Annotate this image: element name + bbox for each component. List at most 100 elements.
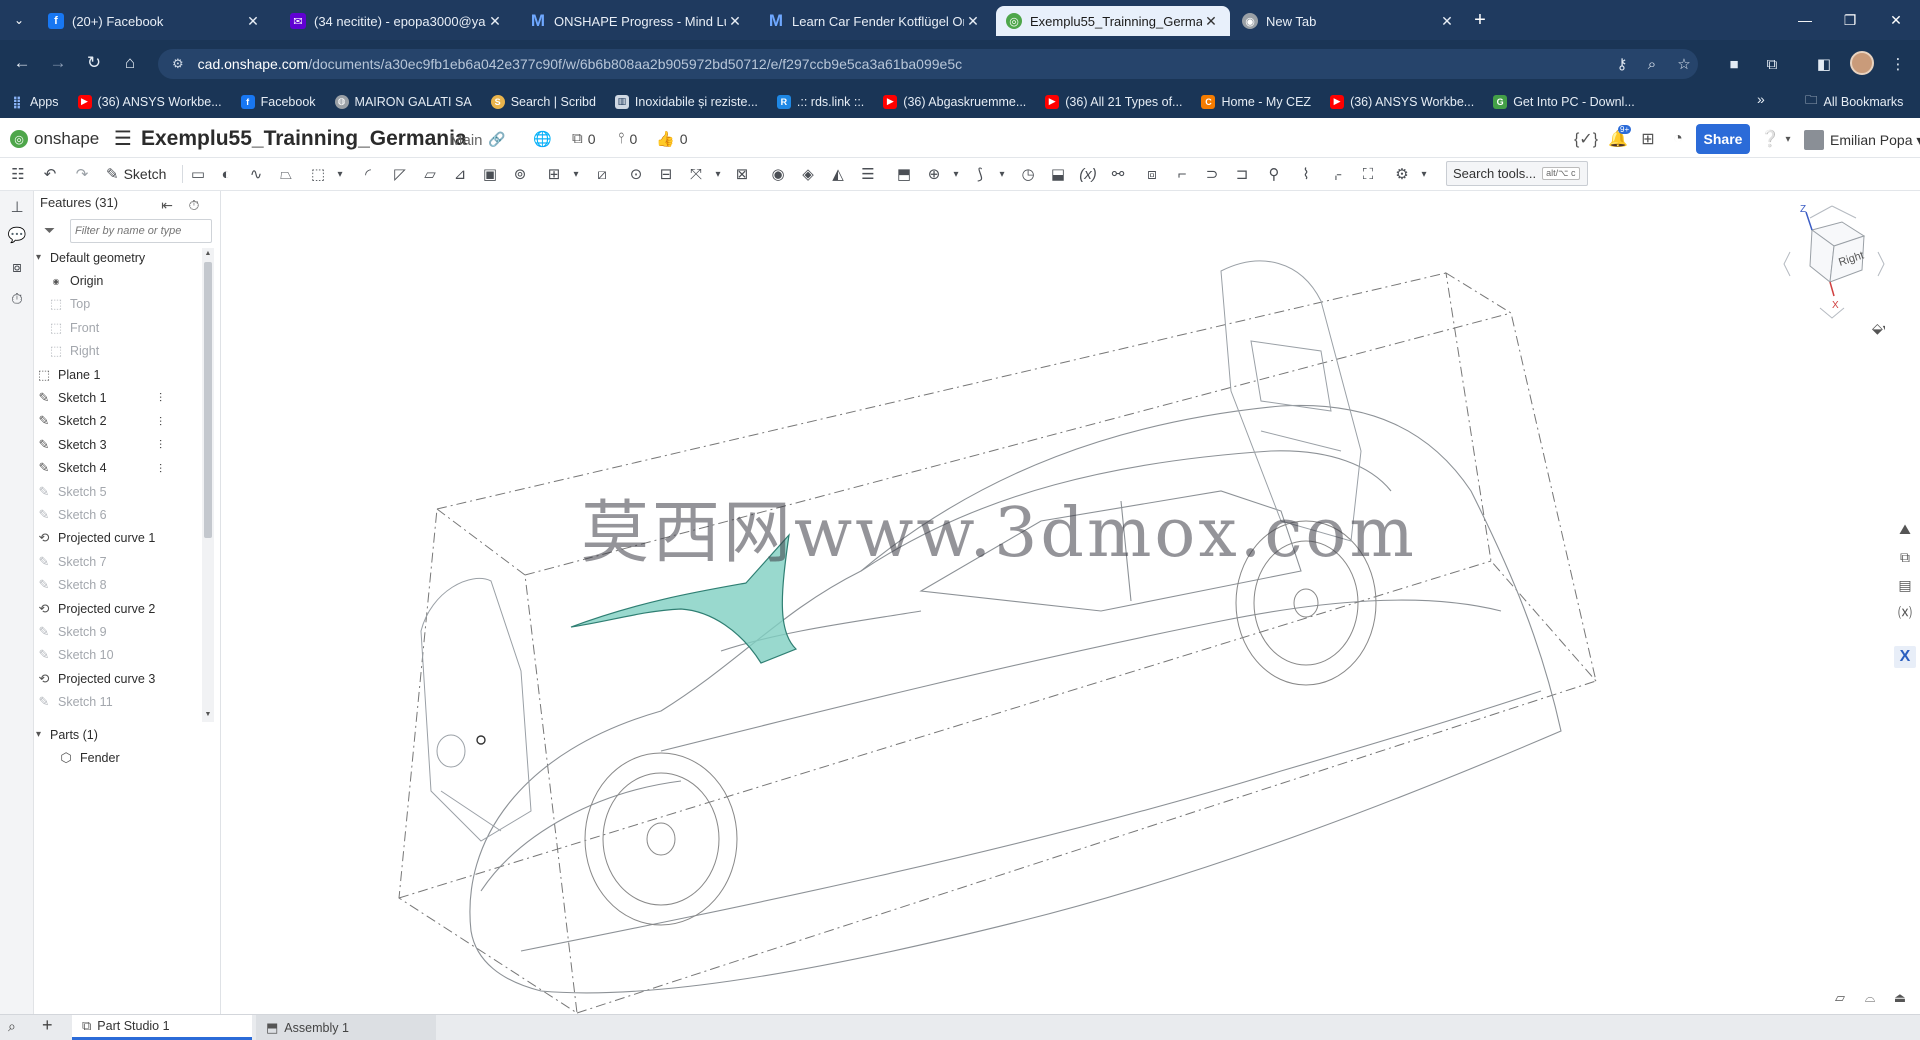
sketch-button[interactable]: ✎ Sketch <box>106 162 166 186</box>
boundary-surface-icon[interactable]: ◈ <box>796 162 820 186</box>
variables-panel-icon[interactable]: ⒳ <box>1894 602 1916 624</box>
thicken-icon[interactable]: ⬚ <box>306 162 330 186</box>
rollback-history-icon[interactable]: ⏱ <box>185 196 203 214</box>
render-mode-icon[interactable]: ⏥ <box>1830 990 1850 1006</box>
rotate-right-arrow-icon[interactable] <box>1877 251 1885 277</box>
tab-icon[interactable]: ⊐ <box>1230 162 1254 186</box>
feature-tree-scroll-thumb[interactable] <box>204 262 212 538</box>
close-tab-icon[interactable]: ✕ <box>486 12 504 30</box>
new-tab-button[interactable]: + <box>1468 9 1492 31</box>
bookmark-star-icon[interactable]: ☆ <box>1672 53 1696 75</box>
feature-item[interactable]: ⟲ Projected curve 2 <box>36 597 202 620</box>
weld-icon[interactable]: ⛶ <box>1356 162 1380 186</box>
feature-item[interactable]: ⬚ Front <box>36 316 202 339</box>
restore-window-icon[interactable]: ❐ <box>1830 8 1870 32</box>
fill-icon[interactable]: ◭ <box>826 162 850 186</box>
instances-list-icon[interactable]: ⊥ <box>6 196 28 218</box>
feature-item[interactable]: ✎ Sketch 7 <box>36 550 202 573</box>
side-panel-icon[interactable]: ◧ <box>1812 52 1836 76</box>
extrude-icon[interactable]: ▭ <box>186 162 210 186</box>
custom-app-x-icon[interactable]: X <box>1894 646 1916 668</box>
bookmark-21-types[interactable]: ▶ (36) All 21 Types of... <box>1045 94 1182 109</box>
notifications-bell-icon[interactable]: 🔔 9+ <box>1606 125 1632 151</box>
graphics-viewport[interactable]: 莫西网www.3dmox.com <box>221 191 1885 1014</box>
feature-item[interactable]: ✎ Sketch 8 <box>36 573 202 596</box>
learning-center-icon[interactable]: ◔ <box>1666 127 1690 151</box>
pattern-icon[interactable]: ⊞ <box>542 162 566 186</box>
more-chevron-icon[interactable]: ▾ <box>706 162 730 186</box>
reload-icon[interactable]: ↻ <box>80 51 108 75</box>
branches-count[interactable]: ⫯ 0 <box>618 130 637 147</box>
parts-header[interactable]: ▾ Parts (1) <box>36 723 206 746</box>
delete-part-icon[interactable]: ⊠ <box>730 162 754 186</box>
more-chevron-icon[interactable]: ▾ <box>944 162 968 186</box>
hem-icon[interactable]: ⊃ <box>1200 162 1224 186</box>
mirror-icon[interactable]: ⧄ <box>590 162 614 186</box>
feature-item[interactable]: ◉ Origin <box>36 269 202 292</box>
boolean-icon[interactable]: ⊙ <box>624 162 648 186</box>
rotate-left-arrow-icon[interactable] <box>1783 251 1791 277</box>
display-states-icon[interactable]: ⏏ <box>1890 990 1910 1006</box>
more-chevron-icon[interactable]: ▾ <box>328 162 352 186</box>
feature-item[interactable]: ⬚ Right <box>36 340 202 363</box>
password-key-icon[interactable]: ⚷ <box>1610 53 1634 75</box>
search-tabs-icon[interactable]: ⌕ <box>8 1018 16 1035</box>
view-cube[interactable]: Right Z X <box>1770 200 1890 330</box>
feature-item[interactable]: ✎ Sketch 1 ⫶ <box>36 386 202 409</box>
address-bar[interactable]: ⚙ cad.onshape.com/documents/a30ec9fb1eb6… <box>158 49 1698 79</box>
browser-tab-onshape-progress[interactable]: M ONSHAPE Progress - Mind Lust ✕ <box>520 6 754 36</box>
feature-item[interactable]: ✎ Sketch 9 <box>36 620 202 643</box>
close-tab-icon[interactable]: ✕ <box>1202 12 1220 30</box>
scroll-up-arrow-icon[interactable]: ▲ <box>202 248 214 258</box>
user-avatar[interactable] <box>1804 130 1824 150</box>
tab-assembly-1[interactable]: ⬒ Assembly 1 <box>256 1015 436 1040</box>
ruled-surface-icon[interactable]: ☰ <box>856 162 880 186</box>
sweep-icon[interactable]: ∿ <box>244 162 268 186</box>
part-item[interactable]: ⬡ Fender <box>36 746 206 769</box>
split-icon[interactable]: ⊟ <box>654 162 678 186</box>
custom-features-icon[interactable]: ⚙ <box>1390 162 1414 186</box>
browser-tab-yahoo-mail[interactable]: ✉ (34 necitite) - epopa3000@yah ✕ <box>280 6 514 36</box>
feature-item[interactable]: ⟲ Projected curve 3 <box>36 667 202 690</box>
versions-count[interactable]: ⧉ 0 <box>572 130 596 147</box>
extensions-puzzle-icon[interactable]: ⧉ <box>1760 52 1784 76</box>
plane-icon[interactable]: ⬒ <box>892 162 916 186</box>
onshape-logo[interactable]: ◎ onshape <box>10 129 99 149</box>
bookmark-getintopc[interactable]: G Get Into PC - Downl... <box>1493 94 1635 109</box>
mate-connector-icon[interactable]: ⊕ <box>922 162 946 186</box>
profile-avatar[interactable] <box>1850 51 1874 75</box>
variable-icon[interactable]: (x) <box>1076 162 1100 186</box>
loft-icon[interactable]: ⏢ <box>274 162 298 186</box>
feature-item[interactable]: ✎ Sketch 3 ⫶ <box>36 433 202 456</box>
feature-item[interactable]: ✎ Sketch 12 <box>36 714 202 721</box>
extension-square-icon[interactable]: ■ <box>1722 52 1746 76</box>
revolve-icon[interactable]: ◐ <box>214 162 238 186</box>
hole-icon[interactable]: ⊚ <box>508 162 532 186</box>
all-bookmarks[interactable]: 🗀 All Bookmarks <box>1805 91 1903 112</box>
branch-name[interactable]: Main <box>450 132 483 149</box>
flange-icon[interactable]: ⌐ <box>1170 162 1194 186</box>
link-icon[interactable]: 🔗 <box>488 131 505 148</box>
browser-tab-onshape-document[interactable]: ◎ Exemplu55_Trainning_Germania ✕ <box>996 6 1230 36</box>
section-view-icon[interactable]: ⬓ <box>1046 162 1070 186</box>
bookmark-abgas[interactable]: ▶ (36) Abgaskruemme... <box>883 94 1026 109</box>
feature-item[interactable]: ✎ Sketch 11 <box>36 690 202 713</box>
sheet-metal-icon[interactable]: ⧈ <box>1140 162 1164 186</box>
more-bookmarks-chevron-icon[interactable]: » <box>1757 91 1765 107</box>
bookmark-facebook[interactable]: f Facebook <box>240 94 316 109</box>
dependency-pin-icon[interactable]: ⫶ <box>159 391 162 406</box>
site-info-icon[interactable]: ⚙ <box>172 56 184 72</box>
chrome-menu-icon[interactable]: ⋮ <box>1886 52 1910 76</box>
close-window-icon[interactable]: ✕ <box>1876 8 1916 32</box>
user-menu[interactable]: Emilian Popa ▾ <box>1830 132 1920 149</box>
search-tools-input[interactable]: Search tools... alt/⌥ c <box>1446 161 1588 186</box>
bookmark-mairon[interactable]: ◍ MAIRON GALATI SA <box>334 94 472 109</box>
feature-item[interactable]: ✎ Sketch 2 ⫶ <box>36 410 202 433</box>
trim-icon[interactable]: ⌌ <box>1324 162 1348 186</box>
feature-item[interactable]: ✎ Sketch 10 <box>36 644 202 667</box>
version-history-icon[interactable]: ⏱ <box>6 288 28 310</box>
close-tab-icon[interactable]: ✕ <box>726 12 744 30</box>
undo-icon[interactable]: ↶ <box>38 162 62 186</box>
dependency-pin-icon[interactable]: ⫶ <box>159 438 162 453</box>
feature-item[interactable]: ✎ Sketch 5 <box>36 480 202 503</box>
